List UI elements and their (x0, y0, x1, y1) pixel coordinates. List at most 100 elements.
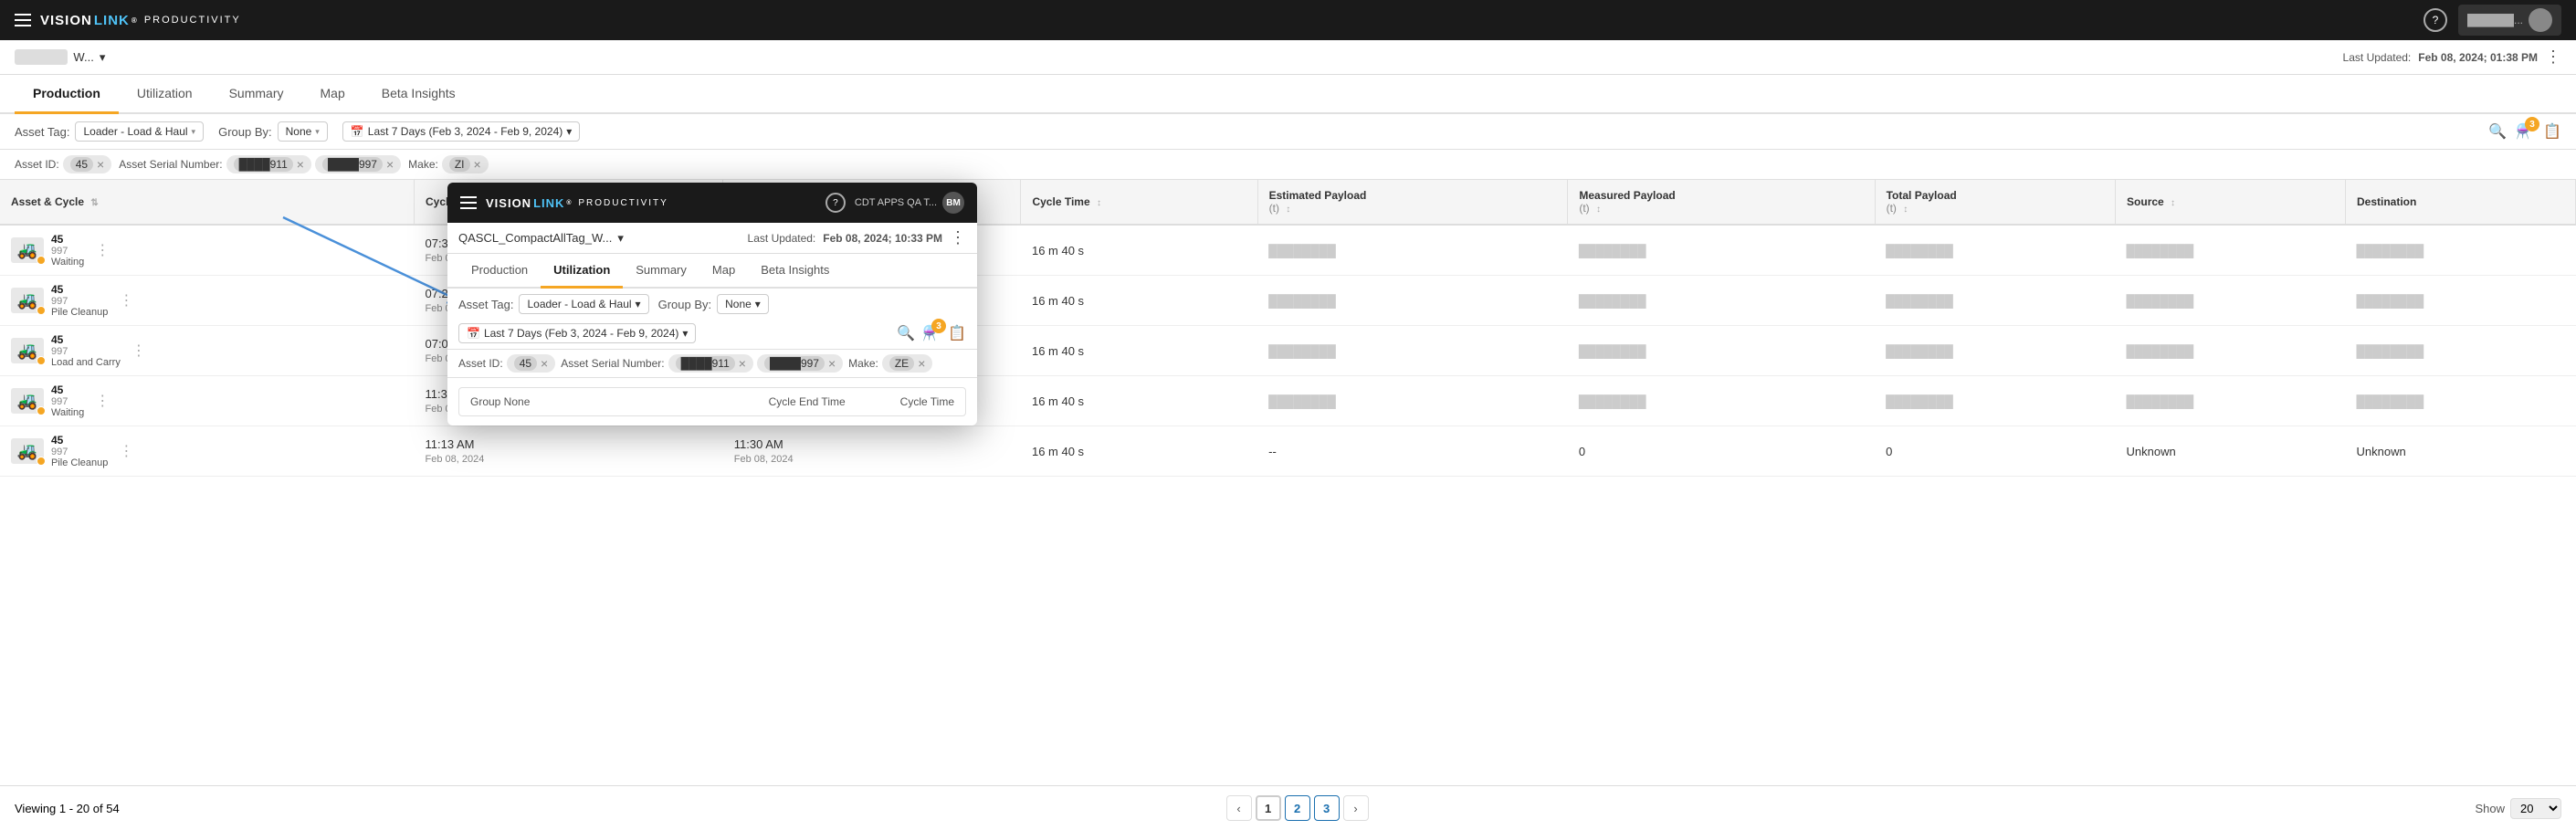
asset-serial-tag-1-close[interactable]: × (297, 158, 304, 171)
search-icon: 🔍 (2488, 124, 2507, 140)
group-by-label: Group By: (218, 125, 272, 139)
tab-map[interactable]: Map (302, 75, 363, 114)
page-3-button[interactable]: 3 (1314, 795, 1340, 821)
page-2-button[interactable]: 2 (1285, 795, 1310, 821)
sw-date-filter[interactable]: 📅 Last 7 Days (Feb 3, 2024 - Feb 9, 2024… (458, 323, 696, 343)
asset-selector[interactable]: ██ W... ▾ (15, 49, 105, 65)
export-button[interactable]: 📋 (2543, 122, 2561, 141)
asset-status-3: Load and Carry (51, 357, 121, 368)
asset-id-tag-close[interactable]: × (97, 158, 104, 171)
asset-icon-1: 🚜 (11, 237, 44, 263)
sw-date-arrow: ▾ (682, 327, 688, 340)
sw-asset-tag-dropdown[interactable]: Loader - Load & Haul ▾ (519, 294, 648, 314)
sw-asset-selector[interactable]: QASCL_CompactAllTag_W... ▾ (458, 231, 624, 246)
sw-tab-utilization[interactable]: Utilization (541, 254, 623, 289)
row-menu-5[interactable]: ⋮ (115, 442, 137, 460)
sw-topbar-right: ? CDT APPS QA T... BM (825, 192, 964, 214)
prev-page-button[interactable]: ‹ (1226, 795, 1252, 821)
asset-icon-5: 🚜 (11, 438, 44, 464)
sw-make-label: Make: (848, 357, 878, 370)
sw-tab-summary[interactable]: Summary (623, 254, 699, 289)
tab-utilization[interactable]: Utilization (119, 75, 211, 114)
help-button[interactable]: ? (2424, 8, 2447, 32)
sw-serial-2-close[interactable]: × (828, 357, 836, 370)
cell-meas-5: 0 (1568, 426, 1875, 477)
cell-total-3: ████████ (1875, 326, 2115, 376)
sw-tab-map[interactable]: Map (699, 254, 748, 289)
cell-total-5: 0 (1875, 426, 2115, 477)
sw-asset-id-close[interactable]: × (541, 357, 548, 370)
show-select[interactable]: 20 50 100 (2510, 798, 2561, 819)
asset-icon-3: 🚜 (11, 338, 44, 363)
sw-search-button[interactable]: 🔍 (897, 324, 915, 342)
cell-asset-cycle-1: 🚜 45 997 Waiting ⋮ (0, 225, 414, 276)
cell-est-3: ████████ (1257, 326, 1568, 376)
search-button[interactable]: 🔍 (2488, 122, 2507, 141)
machine-icon-1: 🚜 (17, 241, 37, 260)
subheader: ██ W... ▾ Last Updated: Feb 08, 2024; 01… (0, 40, 2576, 75)
status-dot-5 (37, 457, 46, 466)
table-row: 🚜 45 997 Pile Cleanup ⋮ 11:13 AMFeb 08, … (0, 426, 2576, 477)
second-window[interactable]: VISIONLINK ® PRODUCTIVITY ? CDT APPS QA … (447, 183, 977, 426)
sw-cycle-time-label: Cycle Time (900, 395, 954, 408)
col-measured-payload[interactable]: Measured Payload(t) ↕ (1568, 180, 1875, 225)
row-menu-3[interactable]: ⋮ (128, 341, 150, 360)
row-menu-2[interactable]: ⋮ (115, 291, 137, 310)
sw-export-button[interactable]: 📋 (948, 324, 966, 342)
user-menu[interactable]: ██████... (2458, 5, 2561, 36)
sw-make-value: ZE (889, 356, 914, 371)
more-options-button[interactable]: ⋮ (2545, 47, 2561, 67)
asset-id-1: 997 (51, 246, 84, 257)
make-tag-value: ZI (449, 157, 470, 172)
col-total-payload[interactable]: Total Payload(t) ↕ (1875, 180, 2115, 225)
asset-status-4: Waiting (51, 407, 84, 418)
tab-summary[interactable]: Summary (211, 75, 302, 114)
hamburger-menu[interactable] (15, 14, 31, 26)
sw-topbar-left: VISIONLINK ® PRODUCTIVITY (460, 196, 668, 210)
sw-asset-tag-label: Asset Tag: (458, 298, 513, 311)
sw-filter-badge: 3 (931, 319, 946, 333)
sw-hamburger[interactable] (460, 196, 477, 209)
next-page-button[interactable]: › (1343, 795, 1369, 821)
sw-filters-row: Asset Tag: Loader - Load & Haul ▾ Group … (447, 289, 977, 350)
group-by-dropdown[interactable]: None ▾ (278, 121, 328, 142)
cell-dest-5: Unknown (2345, 426, 2575, 477)
asset-id-tag: 45 × (63, 155, 112, 173)
asset-serial-tag-2-close[interactable]: × (386, 158, 394, 171)
sw-tab-production[interactable]: Production (458, 254, 541, 289)
sw-group-none-label: Group None (470, 395, 530, 408)
table-header-row: Asset & Cycle ⇅ Cycle Start Time ↕ Cycle… (0, 180, 2576, 225)
status-dot-3 (37, 356, 46, 365)
asset-serial-tag-group: Asset Serial Number: ████911 × ████997 × (119, 155, 401, 173)
col-source[interactable]: Source ↕ (2116, 180, 2346, 225)
asset-tag-dropdown[interactable]: Loader - Load & Haul ▾ (75, 121, 204, 142)
cell-source-5: Unknown (2116, 426, 2346, 477)
sw-group-by-filter: Group By: None ▾ (658, 294, 769, 314)
sw-tab-beta-insights[interactable]: Beta Insights (748, 254, 842, 289)
asset-id-tag-group: Asset ID: 45 × (15, 155, 111, 173)
date-range-filter[interactable]: 📅 Last 7 Days (Feb 3, 2024 - Feb 9, 2024… (342, 121, 580, 142)
filter-button[interactable]: ⚗️ 3 (2516, 122, 2534, 141)
cell-dest-3: ████████ (2345, 326, 2575, 376)
tab-production[interactable]: Production (15, 75, 119, 114)
col-estimated-payload[interactable]: Estimated Payload(t) ↕ (1257, 180, 1568, 225)
filter-actions: 🔍 ⚗️ 3 📋 (2488, 122, 2561, 141)
table-row: 🚜 45 997 Waiting ⋮ 07:37 PMFeb 08, 2024 (0, 225, 2576, 276)
row-menu-1[interactable]: ⋮ (91, 241, 113, 259)
sw-user-section: CDT APPS QA T... BM (855, 192, 964, 214)
sw-serial-1-close[interactable]: × (739, 357, 746, 370)
sw-make-close[interactable]: × (918, 357, 925, 370)
sw-help-button[interactable]: ? (825, 193, 846, 213)
brand-reg: ® (131, 16, 138, 25)
sw-filter-button[interactable]: ⚗️ 3 (922, 324, 941, 342)
col-asset-cycle[interactable]: Asset & Cycle ⇅ (0, 180, 414, 225)
tab-beta-insights[interactable]: Beta Insights (363, 75, 474, 114)
col-cycle-time[interactable]: Cycle Time ↕ (1021, 180, 1257, 225)
group-by-filter: Group By: None ▾ (218, 121, 328, 142)
cell-meas-4: ████████ (1568, 376, 1875, 426)
sw-more-options[interactable]: ⋮ (950, 228, 966, 247)
make-tag-close[interactable]: × (474, 158, 481, 171)
row-menu-4[interactable]: ⋮ (91, 392, 113, 410)
page-1-button[interactable]: 1 (1256, 795, 1281, 821)
sw-group-by-dropdown[interactable]: None ▾ (717, 294, 769, 314)
